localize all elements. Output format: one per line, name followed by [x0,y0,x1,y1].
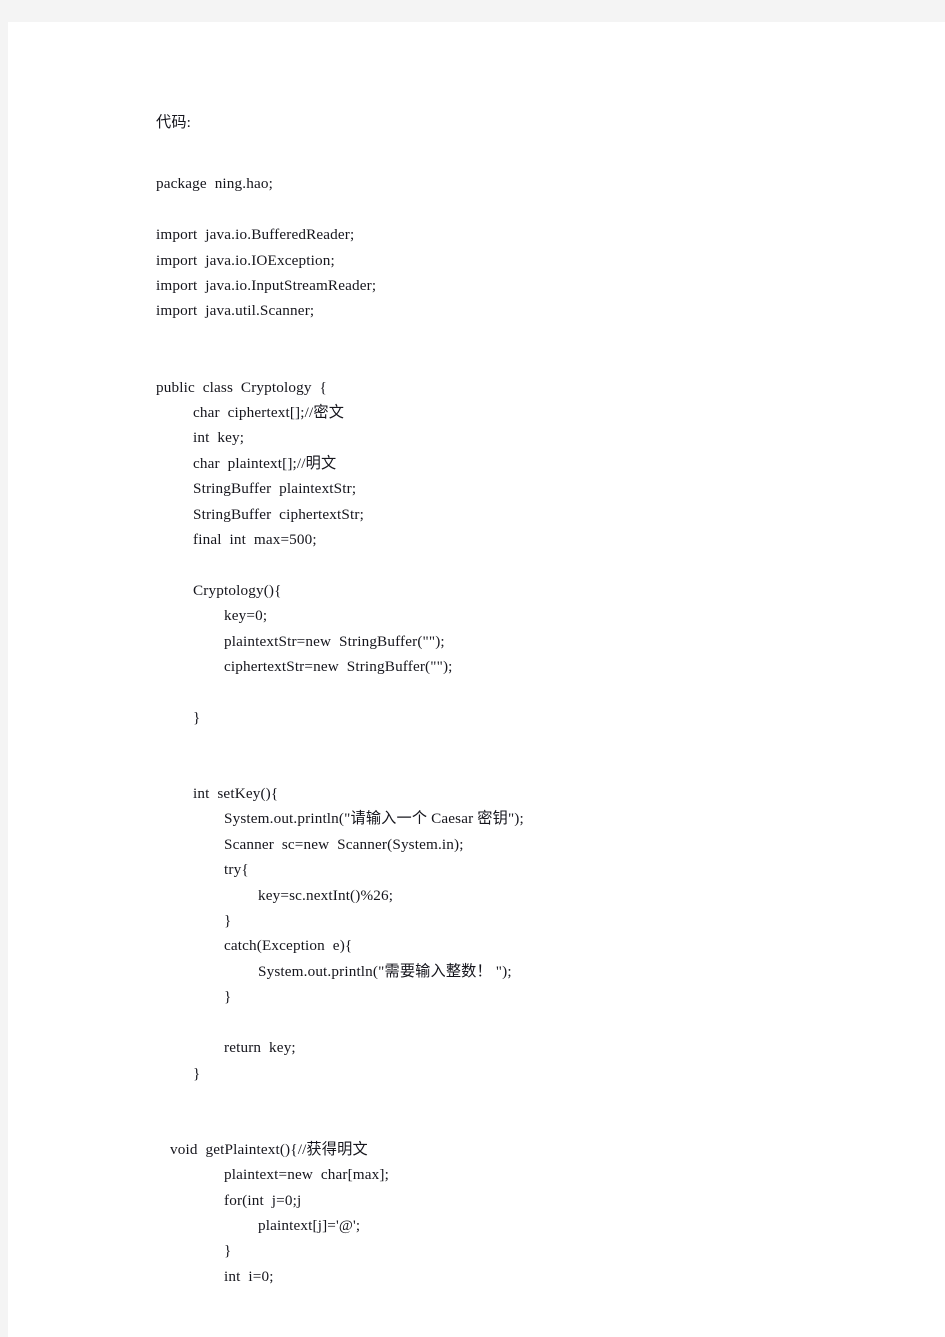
code-line-setkey-try: try{ [224,861,249,879]
document-body: 代码: package ning.hao; import java.io.Buff… [148,110,908,1289]
code-line-setkey-prompt: System.out.println("请输入一个 Caesar 密钥"); [224,810,524,828]
code-line-field-plaintext: char plaintext[];//明文 [193,454,337,472]
code-line-ctor-close: } [193,708,201,726]
code-line-getplaintext-for-close: } [224,1242,232,1260]
code-line-import-scanner: import java.util.Scanner; [156,302,315,320]
code-line-ctor-open: Cryptology(){ [193,581,282,599]
code-line-blank-2 [148,324,908,349]
code-line-setkey-open: int setKey(){ [193,785,279,803]
code-line-getplaintext-fill: plaintext[j]='@'; [258,1216,361,1234]
code-line-class-decl: public class Cryptology { [156,378,327,396]
code-line-getplaintext-open: void getPlaintext(){//获得明文 [170,1140,368,1158]
code-line-blank-8 [148,1010,908,1035]
code-line-blank-10 [148,1111,908,1136]
code-line-setkey-catch: catch(Exception e){ [224,937,353,955]
code-listing: package ning.hao; import java.io.Buffered… [148,171,908,1289]
code-line-ctor-ciphertextstr-init: ciphertextStr=new StringBuffer(""); [224,658,453,676]
code-line-import-inputstreamreader: import java.io.InputStreamReader; [156,277,377,295]
code-line-field-key: int key; [193,429,245,447]
code-line-setkey-try-close: } [224,912,232,930]
code-line-setkey-return: return key; [224,1039,296,1057]
code-line-setkey-close: } [193,1064,201,1082]
code-line-blank-4 [148,552,908,577]
code-line-field-plaintextstr: StringBuffer plaintextStr; [193,480,357,498]
code-line-getplaintext-i-init: int i=0; [224,1267,274,1285]
page-heading: 代码: [156,114,192,131]
code-line-field-ciphertextstr: StringBuffer ciphertextStr; [193,505,364,523]
code-line-blank-9 [148,1086,908,1111]
code-line-setkey-catch-msg: System.out.println("需要输入整数！ "); [258,962,512,980]
code-line-blank-7 [148,756,908,781]
heading-spacer [148,135,908,171]
code-line-blank-5 [148,679,908,704]
code-line-field-max: final int max=500; [193,531,317,549]
code-line-getplaintext-for: for(int j=0;j [224,1191,302,1209]
code-line-import-bufferedreader: import java.io.BufferedReader; [156,226,355,244]
code-line-ctor-plaintextstr-init: plaintextStr=new StringBuffer(""); [224,632,445,650]
code-line-ctor-key-init: key=0; [224,607,268,625]
code-line-blank-3 [148,349,908,374]
document-page: 代码: package ning.hao; import java.io.Buff… [8,22,945,1337]
code-line-getplaintext-alloc: plaintext=new char[max]; [224,1166,389,1184]
code-line-field-ciphertext: char ciphertext[];//密文 [193,404,345,422]
code-line-blank-1 [148,197,908,222]
code-line-setkey-catch-close: } [224,988,232,1006]
code-line-package: package ning.hao; [156,175,273,193]
code-line-setkey-assign: key=sc.nextInt()%26; [258,886,394,904]
code-line-import-ioexception: import java.io.IOException; [156,251,335,269]
code-line-blank-6 [148,730,908,755]
code-line-setkey-scanner: Scanner sc=new Scanner(System.in); [224,835,464,853]
